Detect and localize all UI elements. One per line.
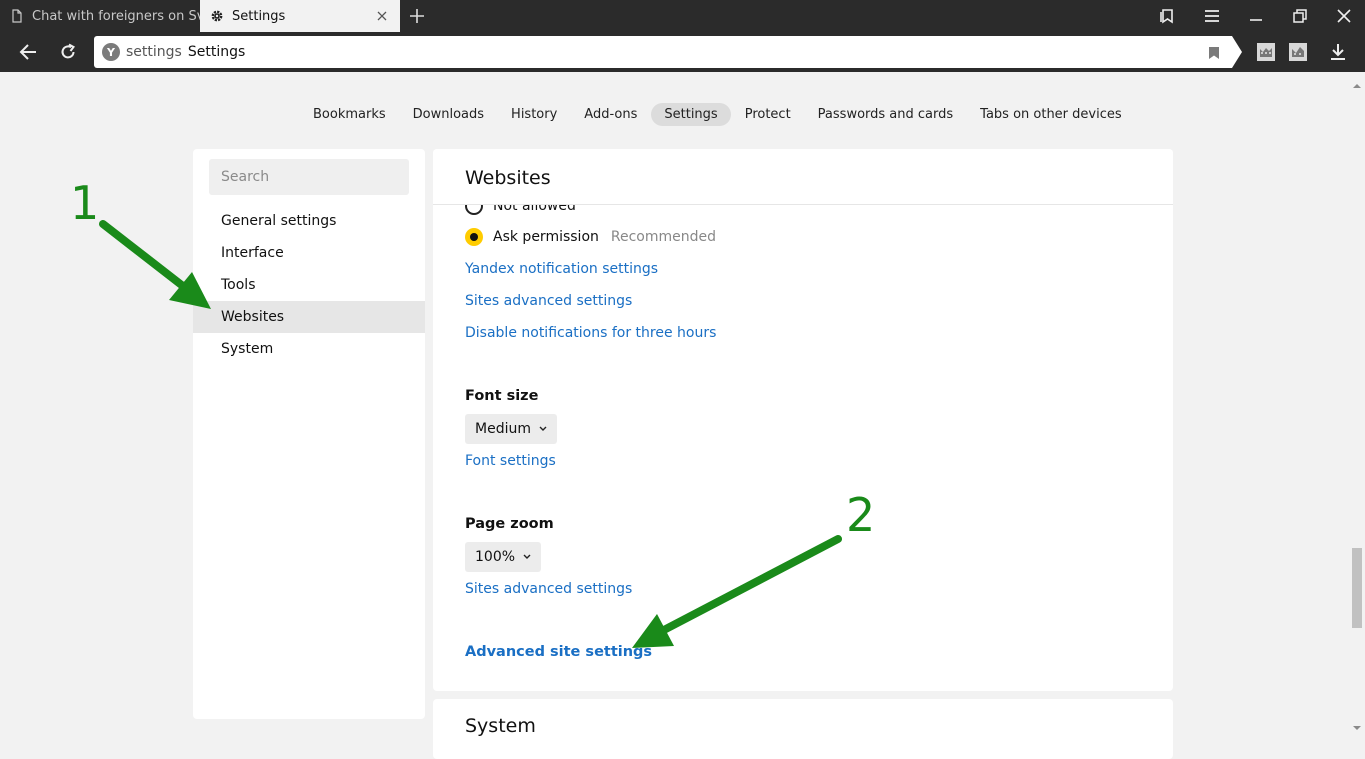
extension-button-2[interactable] <box>1285 39 1311 65</box>
section-title: System <box>465 715 536 737</box>
nav-addons[interactable]: Add-ons <box>571 103 650 126</box>
zoom-sites-advanced-settings-link[interactable]: Sites advanced settings <box>465 581 632 597</box>
nav-bookmarks[interactable]: Bookmarks <box>300 103 399 126</box>
nav-tabs-other-devices[interactable]: Tabs on other devices <box>967 103 1134 126</box>
bookmark-icon[interactable] <box>1208 45 1220 64</box>
tab-strip: Chat with foreigners on Svapa Settings <box>0 0 1365 32</box>
recommended-hint: Recommended <box>610 229 717 245</box>
close-icon[interactable] <box>374 8 390 24</box>
sidebar-item-tools[interactable]: Tools <box>193 269 425 301</box>
address-title: Settings <box>187 44 246 60</box>
plus-icon <box>410 9 424 23</box>
chevron-down-icon <box>523 554 531 560</box>
bookmark-tabs-icon <box>1160 9 1173 24</box>
tab-chat[interactable]: Chat with foreigners on Svapa <box>0 0 200 32</box>
gear-icon <box>210 9 224 23</box>
nav-protect[interactable]: Protect <box>732 103 804 126</box>
sidebar-item-system[interactable]: System <box>193 333 425 365</box>
tab-title: Settings <box>232 8 286 24</box>
scroll-down-icon[interactable] <box>1352 716 1362 735</box>
scrollbar-thumb[interactable] <box>1352 548 1362 628</box>
yandex-notification-settings-link[interactable]: Yandex notification settings <box>465 261 658 277</box>
tab-title: Chat with foreigners on Svapa <box>32 8 200 24</box>
nav-passwords-and-cards[interactable]: Passwords and cards <box>805 103 966 126</box>
back-button[interactable] <box>15 39 41 65</box>
scroll-up-icon[interactable] <box>1352 74 1362 93</box>
nav-downloads[interactable]: Downloads <box>400 103 497 126</box>
close-window-button[interactable] <box>1331 4 1357 28</box>
nav-history[interactable]: History <box>498 103 570 126</box>
font-size-label: Font size <box>465 388 539 404</box>
chevron-down-icon <box>539 426 547 432</box>
font-size-dropdown[interactable]: Medium <box>465 414 557 444</box>
address-bar[interactable]: Y settings Settings <box>94 36 1242 68</box>
annotation-number-1: 1 <box>70 176 100 230</box>
hamburger-icon <box>1205 10 1219 22</box>
arrow-left-icon <box>19 44 36 60</box>
new-tab-button[interactable] <box>406 5 428 27</box>
page-zoom-value: 100% <box>475 549 516 565</box>
sidebar-item-general-settings[interactable]: General settings <box>193 205 425 237</box>
sidebar-item-interface[interactable]: Interface <box>193 237 425 269</box>
restore-icon <box>1293 9 1307 23</box>
radio-ask-permission[interactable]: Ask permission Recommended <box>465 228 716 246</box>
close-icon <box>1337 9 1351 23</box>
minimize-icon <box>1250 19 1262 21</box>
extension-icon <box>1257 43 1275 61</box>
toolbar: Y settings Settings <box>0 32 1365 72</box>
page-zoom-label: Page zoom <box>465 516 554 532</box>
websites-panel: Websites Not allowed Ask permission Reco… <box>433 149 1173 691</box>
panel-header: Websites <box>433 149 1173 205</box>
font-size-value: Medium <box>475 421 531 437</box>
yandex-icon: Y <box>102 43 120 61</box>
tab-settings[interactable]: Settings <box>200 0 400 32</box>
settings-sidebar: General settings Interface Tools Website… <box>193 149 425 719</box>
extension-button-1[interactable] <box>1253 39 1279 65</box>
font-settings-link[interactable]: Font settings <box>465 453 556 469</box>
system-panel: System <box>433 699 1173 759</box>
radio-button-checked[interactable] <box>465 228 483 246</box>
restore-button[interactable] <box>1287 4 1313 28</box>
nav-settings[interactable]: Settings <box>651 102 731 126</box>
menu-button[interactable] <box>1199 4 1225 28</box>
advanced-site-settings-link[interactable]: Advanced site settings <box>465 644 652 660</box>
reload-icon <box>61 43 75 59</box>
disable-notifications-link[interactable]: Disable notifications for three hours <box>465 325 716 341</box>
reload-button[interactable] <box>55 39 81 65</box>
sidebar-item-websites[interactable]: Websites <box>193 301 425 333</box>
radio-label: Ask permission <box>493 229 599 245</box>
page-title: Websites <box>465 167 551 189</box>
page-zoom-dropdown[interactable]: 100% <box>465 542 542 572</box>
tabs-list-button[interactable] <box>1154 4 1180 28</box>
downloads-button[interactable] <box>1325 39 1351 65</box>
annotation-number-2: 2 <box>846 488 876 542</box>
page-icon <box>10 9 24 23</box>
extension-icon <box>1289 43 1307 61</box>
settings-top-nav: Bookmarks Downloads History Add-ons Sett… <box>0 100 1365 128</box>
minimize-button[interactable] <box>1243 4 1269 28</box>
address-scheme: settings <box>126 44 182 60</box>
sites-advanced-settings-link[interactable]: Sites advanced settings <box>465 293 632 309</box>
page-scrollbar[interactable] <box>1349 72 1365 730</box>
download-icon <box>1331 44 1345 60</box>
search-input[interactable] <box>209 159 409 195</box>
